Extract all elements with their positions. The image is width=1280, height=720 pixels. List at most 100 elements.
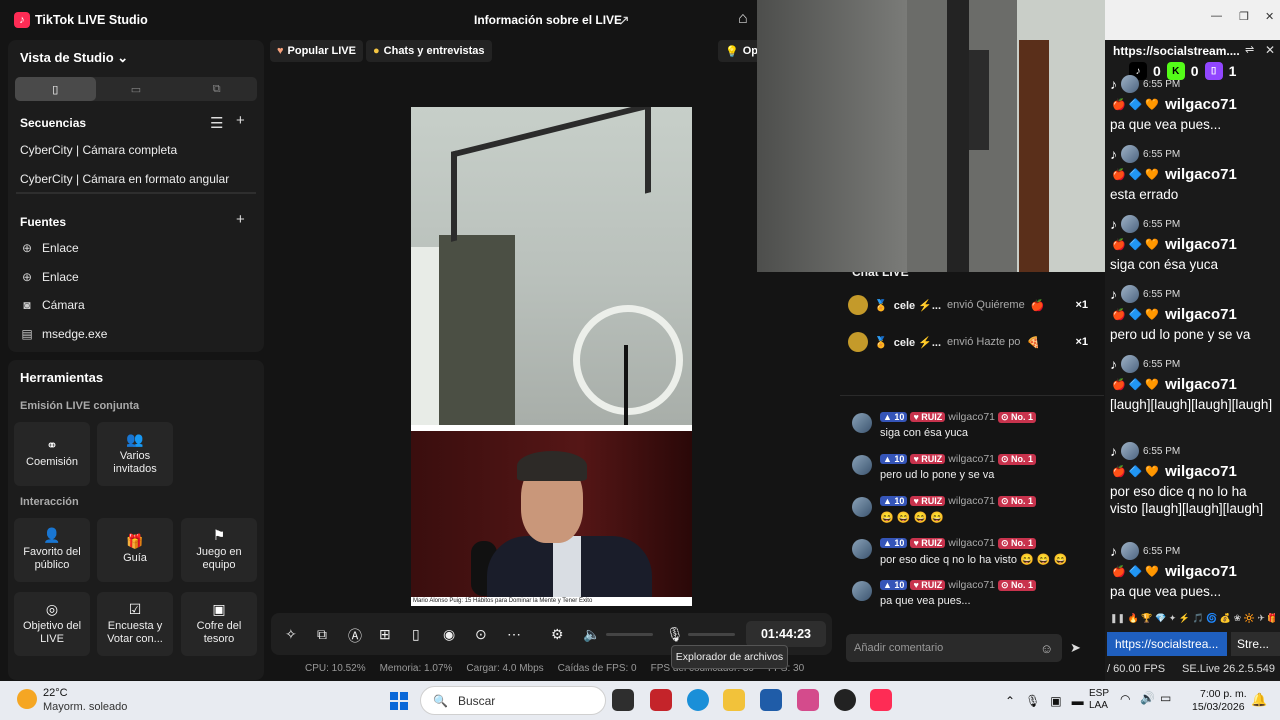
message-header: ♪ 6:55 PM [1110, 144, 1275, 164]
sequence-item[interactable]: CyberCity | Cámara completa [20, 143, 177, 157]
brave-icon[interactable] [650, 689, 672, 711]
name-row: 🍎 🔷 🧡 wilgaco71 [1110, 561, 1275, 581]
pin-icon[interactable]: ⇌ [1245, 43, 1254, 56]
message-header: ♪ 6:55 PM [1110, 441, 1275, 461]
treasure-chest-button[interactable]: ▣ Cofre del tesoro [181, 592, 257, 656]
chat-username[interactable]: wilgaco71 [948, 537, 995, 549]
poll-button[interactable]: ☑ Encuesta y Votar con... [97, 592, 173, 656]
comment-input[interactable]: Añadir comentario [846, 634, 1062, 662]
sequence-item[interactable]: CyberCity | Cámara en formato angular [20, 172, 229, 186]
avatar [848, 332, 868, 352]
level-badge: ▲ 10 [880, 454, 908, 464]
language-indicator[interactable]: ESP LAA [1089, 688, 1109, 712]
tab-stream[interactable]: Stre... [1231, 632, 1280, 656]
divider [840, 395, 1104, 396]
chat-username[interactable]: wilgaco71 [948, 495, 995, 507]
edge-icon[interactable] [687, 689, 709, 711]
multi-layout-button[interactable]: ⧉ [176, 77, 257, 101]
phone-icon[interactable]: ▯ [412, 626, 420, 643]
memory-stat: Memoria: 1.07% [379, 663, 453, 674]
badge-icon: 🍎 [1112, 308, 1126, 321]
guide-button[interactable]: 🎁 Guía [97, 518, 173, 582]
notification-icon[interactable]: 🔔 [1251, 692, 1267, 708]
minimize-icon[interactable]: — [1211, 10, 1222, 22]
studio-view-dropdown[interactable]: Vista de Studio ⌄ [20, 50, 128, 66]
obs-icon[interactable] [834, 689, 856, 711]
magic-wand-icon[interactable]: ✧ [285, 626, 297, 643]
weather-description[interactable]: Mayorm. soleado [43, 701, 127, 713]
volume-slider[interactable] [606, 633, 653, 636]
avatar [1121, 215, 1139, 233]
clock-date[interactable]: 15/03/2026 [1192, 701, 1245, 713]
badge-icon: 🍎 [1112, 378, 1126, 391]
battery-charging-icon[interactable]: ▭ [1160, 691, 1171, 705]
taskbar-search[interactable]: 🔍 Buscar [420, 686, 606, 715]
add-source-icon[interactable]: + [236, 211, 245, 228]
tiktok-studio-icon[interactable] [870, 689, 892, 711]
source-item[interactable]: ▤ msedge.exe [20, 327, 107, 341]
cohost-button[interactable]: ⚭ Coemisión [14, 422, 90, 486]
target-icon: ◎ [45, 600, 59, 617]
stream-preview[interactable]: Mario Alonso Puig: 15 Hábitos para Domin… [411, 107, 692, 606]
wifi-icon[interactable]: ◠ [1120, 692, 1130, 706]
weather-sun-icon[interactable] [17, 689, 37, 709]
live-goal-button[interactable]: ◎ Objetivo del LIVE [14, 592, 90, 656]
live-info-title[interactable]: Información sobre el LIVE [474, 13, 622, 27]
battery-icon[interactable]: ▬ [1072, 694, 1084, 708]
store-icon[interactable] [760, 689, 782, 711]
display-icon[interactable]: ▣ [1050, 694, 1061, 708]
audience-favorite-button[interactable]: 👤 Favorito del público [14, 518, 90, 582]
landscape-layout-button[interactable]: ▭ [96, 77, 177, 101]
microphone-icon[interactable]: 🎙 [666, 626, 684, 643]
ai-icon[interactable]: Ⓐ [348, 626, 362, 646]
add-sequence-icon[interactable]: + [236, 112, 245, 129]
emoji-icon[interactable]: ☺ [1040, 641, 1053, 656]
multi-guest-button[interactable]: 👥 Varios invitados [97, 422, 173, 486]
rank-badge: ⊙ No. 1 [998, 453, 1037, 465]
more-icon[interactable]: ⋯ [507, 626, 521, 643]
message-author: wilgaco71 [1165, 305, 1237, 323]
list-icon[interactable]: ☰ [210, 114, 223, 132]
gift-row: 🏅 cele ⚡... envió Hazte po 🍕 ×1 [848, 327, 1088, 357]
chat-username[interactable]: wilgaco71 [948, 411, 995, 423]
window-titlebar: — ❐ ✕ [1105, 0, 1280, 40]
settings-sliders-icon[interactable]: ⚙ [551, 626, 564, 643]
tiktok-logo-icon: ♪ [14, 12, 30, 28]
clock-time[interactable]: 7:00 p. m. [1200, 688, 1247, 700]
start-button[interactable] [390, 692, 408, 710]
replay-icon[interactable]: ⊙ [475, 626, 487, 643]
microphone-icon[interactable]: 🎙 [1025, 694, 1040, 708]
name-row: 🍎 🔷 🧡 wilgaco71 [1110, 234, 1275, 254]
close-icon[interactable]: ✕ [1265, 10, 1274, 23]
chevron-up-icon[interactable]: ⌃ [1005, 694, 1015, 708]
message-header: ♪ 6:55 PM [1110, 214, 1275, 234]
file-explorer-icon[interactable] [723, 689, 745, 711]
close-icon[interactable]: ✕ [1265, 43, 1275, 57]
paint-icon[interactable] [797, 689, 819, 711]
source-item[interactable]: ⊕ Enlace [20, 270, 79, 284]
team-game-button[interactable]: ⚑ Juego en equipo [181, 518, 257, 582]
share-icon[interactable]: ↗ [618, 12, 630, 29]
weather-temperature[interactable]: 22°C [43, 687, 68, 699]
fan-value: RUIZ [921, 538, 943, 548]
effects-icon[interactable]: ⧉ [317, 626, 327, 643]
tab-socialstream[interactable]: https://socialstrea... [1107, 632, 1227, 656]
portrait-layout-button[interactable]: ▯ [15, 77, 96, 101]
tab-chats-interviews[interactable]: ● Chats y entrevistas [366, 40, 492, 62]
chat-username[interactable]: wilgaco71 [948, 453, 995, 465]
send-icon[interactable]: ➤ [1070, 640, 1081, 656]
volume-icon[interactable]: 🔊 [1140, 691, 1155, 705]
task-view-icon[interactable] [612, 689, 634, 711]
record-icon[interactable]: ◉ [443, 626, 455, 643]
volume-icon[interactable]: 🔈 [583, 626, 600, 643]
maximize-icon[interactable]: ❐ [1239, 10, 1249, 23]
source-item[interactable]: ⊕ Enlace [20, 241, 79, 255]
home-icon[interactable]: ⌂ [738, 10, 748, 28]
camera-overlay-window[interactable] [757, 0, 1105, 272]
tab-popular-live[interactable]: ♥ Popular LIVE [270, 40, 363, 62]
source-item[interactable]: ◙ Cámara [20, 298, 84, 312]
chat-username[interactable]: wilgaco71 [948, 579, 995, 591]
add-media-icon[interactable]: ⊞ [379, 626, 391, 643]
mic-slider[interactable] [688, 633, 735, 636]
fps-drops-stat: Caídas de FPS: 0 [557, 663, 637, 674]
